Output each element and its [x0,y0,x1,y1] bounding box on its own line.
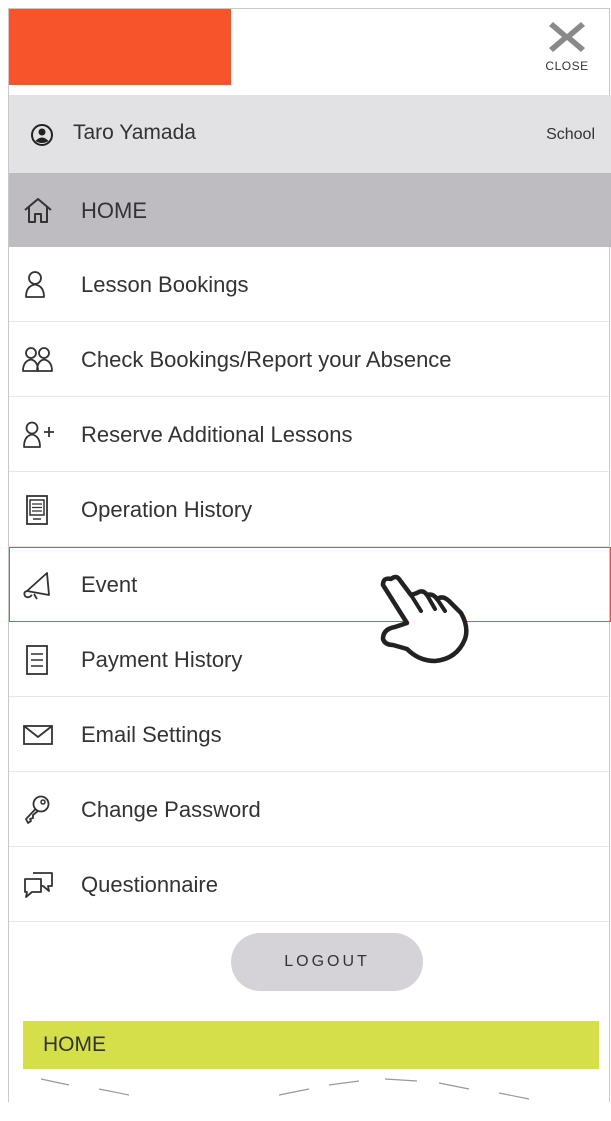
close-icon [549,22,585,52]
key-icon [25,795,50,824]
menu-item-label: Email Settings [81,722,222,747]
menu-item-operation-history[interactable]: Operation History [9,472,611,547]
top-bar: CLOSE [9,9,611,85]
user-row: Taro Yamada School [9,95,611,173]
menu-item-email-settings[interactable]: Email Settings [9,697,611,772]
menu-item-label: HOME [81,198,147,223]
close-button[interactable]: CLOSE [537,15,597,85]
mail-icon [23,725,53,745]
document-icon [26,645,48,675]
brand-logo-block [9,9,231,85]
home-icon [24,198,52,223]
page-header-bar: HOME [23,1021,599,1069]
logout-button[interactable]: LOGOUT [231,933,423,991]
user-avatar-icon [31,124,53,146]
decorative-dashes [40,1078,530,1100]
menu-item-lesson-bookings[interactable]: Lesson Bookings [9,247,611,322]
menu-item-label: Questionnaire [81,872,218,897]
menu-item-event[interactable]: Event [9,547,611,622]
person-icon [25,271,45,298]
close-label: CLOSE [545,59,589,73]
menu-panel: CLOSE Taro Yamada School HOME Lesson Boo… [8,8,611,1102]
menu-item-check-bookings[interactable]: Check Bookings/Report your Absence [9,322,611,397]
menu-item-label: Event [81,572,138,597]
people-icon [22,347,53,372]
menu-item-payment-history[interactable]: Payment History [9,622,611,697]
nav-menu: HOME Lesson Bookings Check Bookings/Repo… [9,173,611,922]
page-title: HOME [43,1033,106,1056]
user-role: School [546,126,595,143]
menu-item-label: Payment History [81,647,243,672]
megaphone-icon [23,572,50,600]
menu-item-label: Change Password [81,797,261,822]
menu-item-questionnaire[interactable]: Questionnaire [9,847,611,922]
person-add-icon [23,421,54,448]
menu-item-label: Operation History [81,497,253,522]
tablet-icon [26,495,48,525]
chat-icon [24,872,53,898]
pointing-hand-icon [380,574,469,664]
menu-item-reserve-additional[interactable]: Reserve Additional Lessons [9,397,611,472]
menu-item-label: Check Bookings/Report your Absence [81,347,452,372]
menu-item-label: Reserve Additional Lessons [81,422,353,447]
menu-item-home[interactable]: HOME [9,173,611,247]
user-name: Taro Yamada [73,121,196,144]
menu-item-label: Lesson Bookings [81,272,249,297]
menu-item-change-password[interactable]: Change Password [9,772,611,847]
